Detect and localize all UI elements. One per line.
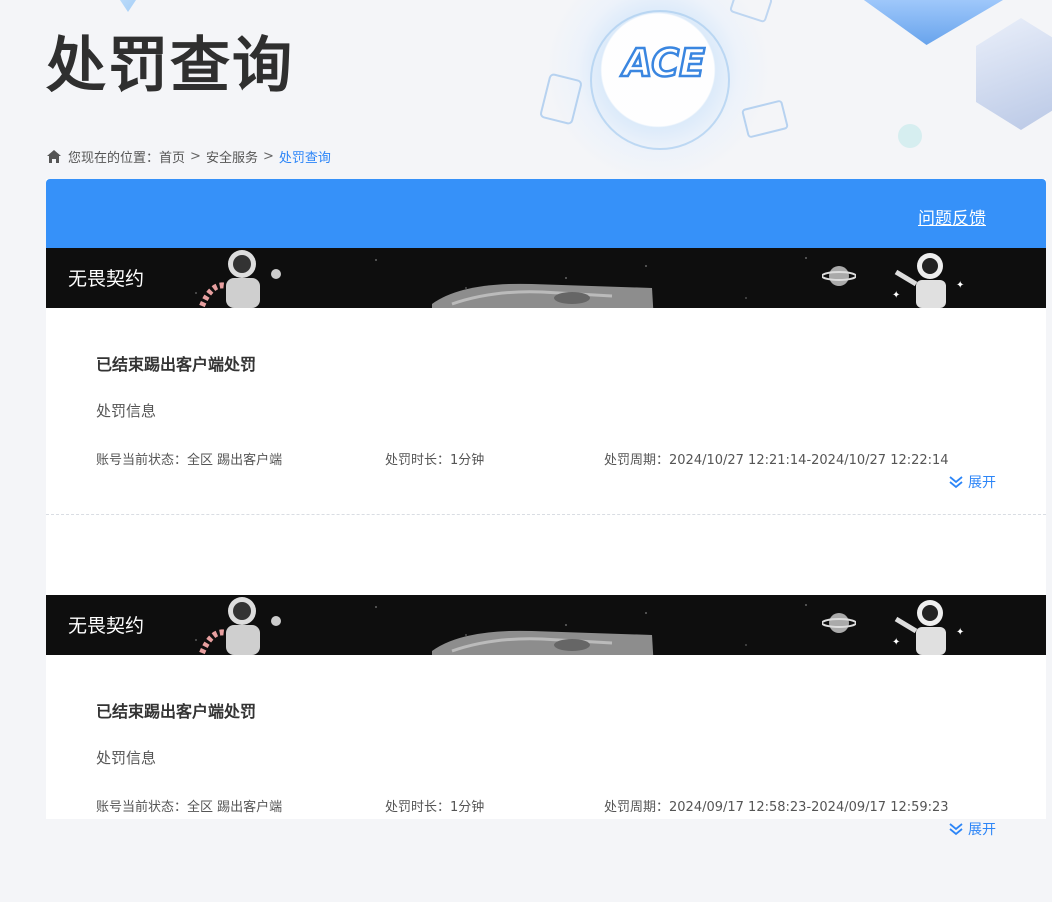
- breadcrumb-security-service[interactable]: 安全服务: [206, 147, 258, 166]
- penalty-record: 无畏契约 ✦ ✦ 已结束踢出客户端处罚 处罚信息 账号当前状态：全区 踢出客户端…: [46, 595, 1046, 902]
- breadcrumb-current: 处罚查询: [278, 151, 331, 166]
- expand-label: 展开: [968, 822, 996, 838]
- spaceship-illustration: [432, 283, 654, 308]
- svg-text:ACE: ACE: [620, 41, 705, 85]
- game-name: 无畏契约: [68, 268, 145, 290]
- penalty-panel: 问题反馈 无畏契约 ✦ ✦ 已结束踢出客户端处罚 处罚信息 账号当前状态：全区 …: [46, 179, 1046, 838]
- record-subtitle: 处罚信息: [96, 749, 157, 767]
- account-status: 账号当前状态：全区 踢出客户端: [96, 453, 283, 468]
- record-body: 已结束踢出客户端处罚 处罚信息 账号当前状态：全区 踢出客户端 处罚时长：1分钟…: [46, 308, 1046, 515]
- penalty-duration: 处罚时长：1分钟: [385, 800, 485, 815]
- expand-label: 展开: [968, 475, 996, 491]
- planet-illustration: [822, 266, 856, 286]
- penalty-duration: 处罚时长：1分钟: [385, 453, 485, 468]
- account-status: 账号当前状态：全区 踢出客户端: [96, 800, 283, 815]
- home-icon: [47, 150, 61, 163]
- decor-triangle: [108, 0, 148, 12]
- svg-text:✦: ✦: [956, 627, 964, 638]
- decor-dot: [898, 124, 922, 148]
- breadcrumb-home[interactable]: 首页: [159, 147, 185, 166]
- feedback-link[interactable]: 问题反馈: [918, 204, 986, 229]
- record-title: 已结束踢出客户端处罚: [96, 355, 257, 374]
- panel-header-bar: 问题反馈: [46, 179, 1046, 248]
- svg-text:✦: ✦: [892, 290, 900, 301]
- breadcrumb-separator: >: [190, 149, 201, 164]
- record-divider: [46, 514, 1046, 515]
- page-title: 处罚查询: [46, 31, 294, 101]
- spaceship-illustration: [432, 630, 654, 655]
- breadcrumb-separator: >: [262, 149, 274, 164]
- astronaut-illustration: [199, 250, 281, 308]
- astronaut-illustration: ✦ ✦: [892, 600, 964, 655]
- character-avatar: [976, 18, 1052, 130]
- breadcrumb-prefix: 您现在的位置：: [68, 151, 160, 166]
- astronaut-illustration: [199, 597, 281, 655]
- penalty-record: 无畏契约 ✦ ✦ 已结束踢出客户端处罚 处罚信息 账号当前状态：全区 踢出客户端…: [46, 248, 1046, 555]
- svg-text:✦: ✦: [892, 637, 900, 648]
- expand-button[interactable]: 展开: [948, 472, 996, 492]
- record-subtitle: 处罚信息: [96, 402, 157, 420]
- breadcrumb: 您现在的位置： 首页 > 安全服务 > 处罚查询: [46, 147, 331, 166]
- planet-illustration: [822, 613, 856, 633]
- record-body: 已结束踢出客户端处罚 处罚信息 账号当前状态：全区 踢出客户端 处罚时长：1分钟…: [46, 655, 1046, 862]
- expand-button[interactable]: 展开: [948, 819, 996, 839]
- penalty-period: 处罚周期：2024/09/17 12:58:23-2024/09/17 12:5…: [604, 800, 949, 815]
- ace-logo: ACE: [619, 40, 707, 86]
- penalty-period: 处罚周期：2024/10/27 12:21:14-2024/10/27 12:2…: [604, 453, 949, 468]
- double-chevron-down-icon: [949, 476, 963, 489]
- game-name: 无畏契约: [68, 615, 145, 637]
- game-banner: 无畏契约 ✦ ✦: [46, 595, 1046, 655]
- page-header: ACE 处罚查询 您现在的位置： 首页 > 安全服务 > 处罚查询: [0, 0, 1052, 180]
- astronaut-illustration: ✦ ✦: [892, 253, 964, 308]
- game-banner: 无畏契约 ✦ ✦: [46, 248, 1046, 308]
- double-chevron-down-icon: [949, 823, 963, 836]
- record-title: 已结束踢出客户端处罚: [96, 702, 257, 721]
- svg-text:✦: ✦: [956, 280, 964, 291]
